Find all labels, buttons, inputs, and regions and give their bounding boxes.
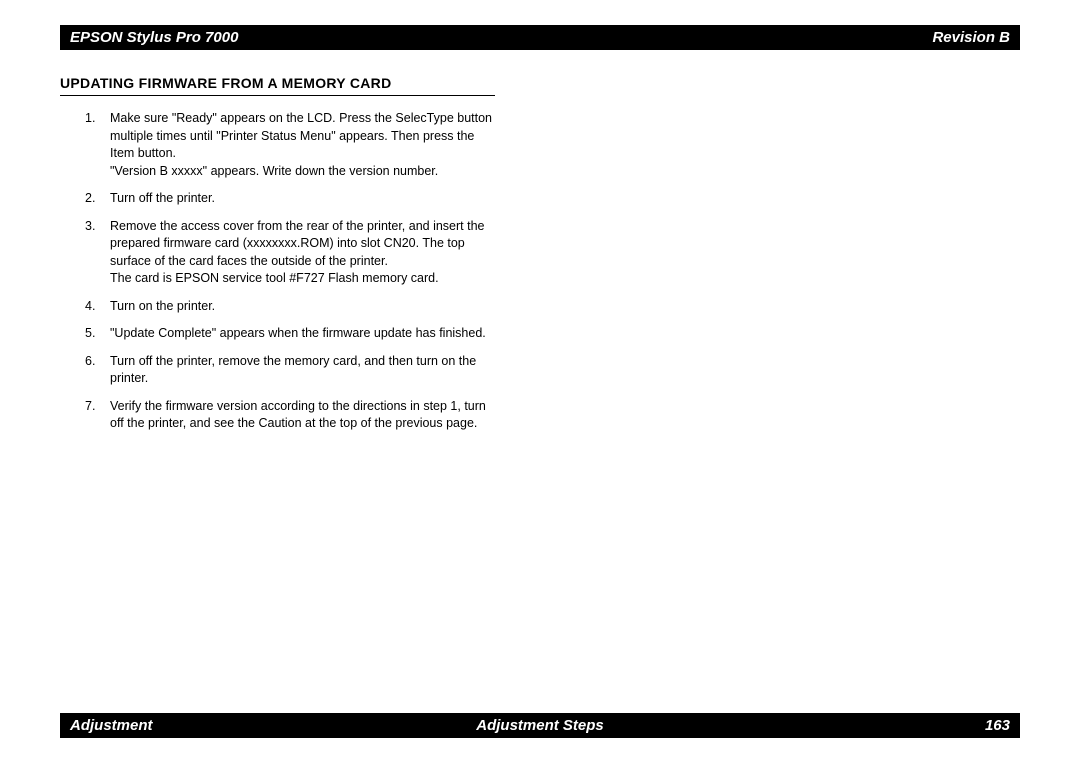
header-bar: EPSON Stylus Pro 7000 Revision B [60, 25, 1020, 50]
footer-bar: Adjustment Adjustment Steps 163 [60, 713, 1020, 738]
step-item: Remove the access cover from the rear of… [60, 218, 495, 288]
step-text: "Update Complete" appears when the firmw… [110, 326, 486, 340]
step-text: Verify the firmware version according to… [110, 399, 486, 431]
content-area: UPDATING FIRMWARE FROM A MEMORY CARD Mak… [60, 75, 495, 433]
step-text: Turn on the printer. [110, 299, 215, 313]
step-item: Verify the firmware version according to… [60, 398, 495, 433]
footer-right: 163 [985, 717, 1010, 734]
step-text: Remove the access cover from the rear of… [110, 219, 485, 286]
step-item: Turn on the printer. [60, 298, 495, 316]
step-text: Make sure "Ready" appears on the LCD. Pr… [110, 111, 492, 178]
section-title: UPDATING FIRMWARE FROM A MEMORY CARD [60, 75, 495, 96]
document-page: EPSON Stylus Pro 7000 Revision B UPDATIN… [0, 0, 1080, 763]
step-item: Turn off the printer, remove the memory … [60, 353, 495, 388]
footer-center: Adjustment Steps [476, 717, 604, 734]
step-item: Make sure "Ready" appears on the LCD. Pr… [60, 110, 495, 180]
header-left: EPSON Stylus Pro 7000 [70, 29, 238, 46]
steps-list: Make sure "Ready" appears on the LCD. Pr… [60, 110, 495, 433]
step-item: Turn off the printer. [60, 190, 495, 208]
footer-left: Adjustment [70, 717, 153, 734]
step-text: Turn off the printer. [110, 191, 215, 205]
header-right: Revision B [932, 29, 1010, 46]
step-item: "Update Complete" appears when the firmw… [60, 325, 495, 343]
step-text: Turn off the printer, remove the memory … [110, 354, 476, 386]
